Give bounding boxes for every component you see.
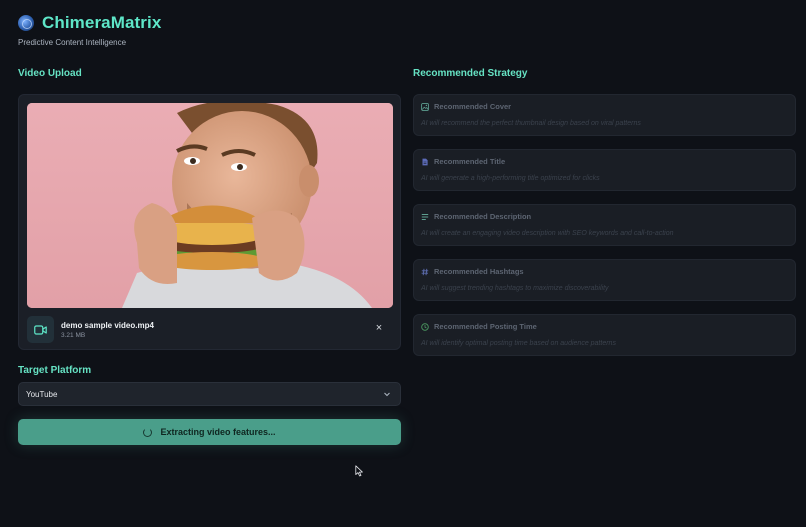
hash-icon [421,268,429,275]
platform-selected-value: YouTube [26,389,58,399]
app-root: ChimeraMatrix Predictive Content Intelli… [0,0,806,527]
app-subtitle: Predictive Content Intelligence [18,38,127,47]
target-platform-heading: Target Platform [18,365,92,376]
recommended-strategy-heading: Recommended Strategy [413,68,528,79]
document-icon [422,158,428,165]
clock-icon [421,322,429,331]
brand: ChimeraMatrix [18,13,161,33]
strategy-card-description: Recommended Description AI will create a… [413,204,796,246]
video-preview[interactable] [27,103,393,308]
loading-spinner-icon [143,427,153,437]
strategy-description: AI will suggest trending hashtags to max… [421,285,609,292]
strategy-title: Recommended Title [434,157,506,166]
mouse-cursor-icon [355,465,363,477]
strategy-title: Recommended Hashtags [434,267,524,276]
strategy-card-title: Recommended Title AI will generate a hig… [413,149,796,191]
video-file-icon [27,316,54,343]
extract-button-label: Extracting video features... [160,427,276,437]
strategy-title: Recommended Description [434,212,532,221]
remove-file-close-icon[interactable]: × [373,322,385,334]
strategy-title: Recommended Posting Time [434,322,537,331]
strategy-card-cover: Recommended Cover AI will recommend the … [413,94,796,136]
video-upload-card: demo sample video.mp4 3.21 MB × [18,94,401,350]
strategy-description: AI will generate a high-performing title… [421,175,600,182]
video-thumbnail-image [27,103,393,308]
platform-select[interactable]: YouTube [18,382,401,406]
file-name: demo sample video.mp4 [61,321,154,330]
video-upload-heading: Video Upload [18,68,82,79]
strategy-title: Recommended Cover [434,102,512,111]
extract-features-button[interactable]: Extracting video features... [18,419,401,445]
image-icon [421,102,429,111]
logo-icon [18,15,34,31]
strategy-description: AI will identify optimal posting time ba… [421,340,616,347]
strategy-card-hashtags: Recommended Hashtags AI will suggest tre… [413,259,796,301]
strategy-description: AI will recommend the perfect thumbnail … [421,120,641,127]
lines-icon [421,213,429,220]
strategy-description: AI will create an engaging video descrip… [421,230,674,237]
uploaded-file-row: demo sample video.mp4 3.21 MB × [27,316,393,343]
strategy-card-posting-time: Recommended Posting Time AI will identif… [413,314,796,356]
file-size: 3.21 MB [61,332,86,339]
chevron-down-icon [384,392,390,397]
app-title: ChimeraMatrix [42,13,162,32]
